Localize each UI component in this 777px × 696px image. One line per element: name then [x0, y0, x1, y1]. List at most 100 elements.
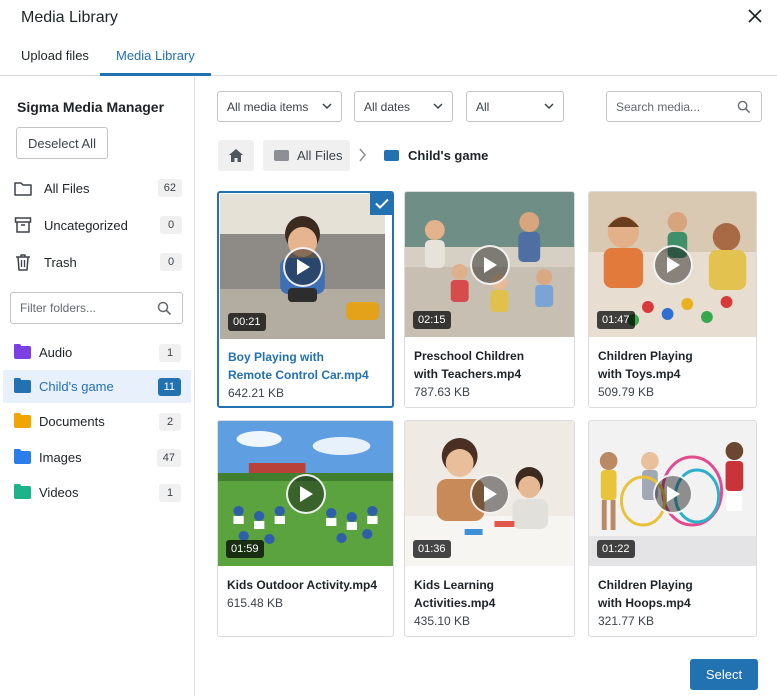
sidebar-folder-images[interactable]: Images 47 [3, 441, 191, 474]
media-filename: Kids Outdoor Activity.mp4 [227, 578, 378, 592]
tab-media-library[interactable]: Media Library [100, 38, 211, 76]
sidebar-folder-audio[interactable]: Audio 1 [3, 336, 191, 369]
media-card[interactable]: 02:15 Preschool Children with Teachers.m… [404, 191, 575, 408]
filter-folders-input[interactable] [20, 293, 150, 323]
tab-bar: Upload files Media Library [0, 38, 777, 76]
folder-icon [14, 344, 31, 359]
duration-badge: 02:15 [413, 311, 451, 329]
breadcrumb-home-button[interactable] [218, 140, 254, 171]
folder-label: Child's game [39, 379, 114, 394]
sidebar-title: Sigma Media Manager [17, 99, 165, 115]
breadcrumb-all-files[interactable]: All Files [263, 140, 350, 171]
sidebar-item-label: Trash [44, 254, 77, 270]
folder-icon [14, 413, 31, 428]
media-filename: Boy Playing with Remote Control Car.mp4 [228, 350, 369, 382]
item-count-badge: 0 [160, 216, 182, 234]
play-icon[interactable] [652, 244, 693, 285]
media-filename: Children Playing with Hoops.mp4 [598, 578, 693, 610]
media-library-modal: Media Library Upload files Media Library… [0, 0, 777, 696]
dropdown-value: All media items [227, 100, 309, 114]
sidebar-item-uncategorized[interactable]: Uncategorized 0 [0, 210, 195, 240]
tab-upload-files[interactable]: Upload files [5, 38, 105, 76]
search-icon[interactable] [157, 301, 172, 316]
search-icon[interactable] [737, 100, 751, 114]
sidebar-folder-documents[interactable]: Documents 2 [3, 405, 191, 438]
deselect-all-button[interactable]: Deselect All [16, 127, 108, 159]
chevron-down-icon [433, 103, 443, 110]
play-icon[interactable] [469, 473, 510, 514]
media-filename: Children Playing with Toys.mp4 [598, 349, 693, 381]
media-card[interactable]: 01:36 Kids Learning Activities.mp4 435.1… [404, 420, 575, 637]
sidebar-item-all-files[interactable]: All Files 62 [0, 173, 195, 203]
folder-sidebar: Sigma Media Manager Deselect All All Fil… [0, 77, 195, 696]
duration-badge: 01:47 [597, 311, 635, 329]
archive-box-icon [13, 215, 33, 235]
chevron-down-icon [544, 103, 554, 110]
folder-icon [14, 484, 31, 499]
media-filesize: 615.48 KB [227, 596, 284, 610]
video-thumbnail: 01:59 [218, 421, 393, 566]
play-icon[interactable] [282, 246, 323, 287]
video-thumbnail: 01:36 [405, 421, 574, 566]
media-card[interactable]: 01:47 Children Playing with Toys.mp4 509… [588, 191, 757, 408]
folder-icon [384, 150, 399, 161]
media-filesize: 435.10 KB [414, 614, 471, 628]
media-filesize: 321.77 KB [598, 614, 655, 628]
filter-dropdown[interactable]: All [466, 91, 564, 122]
folder-count-badge: 2 [159, 413, 181, 431]
folder-count-badge: 1 [159, 344, 181, 362]
select-button[interactable]: Select [690, 659, 758, 690]
folder-icon [14, 449, 31, 464]
search-media-input[interactable] [616, 92, 734, 121]
video-thumbnail: 00:21 [220, 194, 385, 339]
media-card[interactable]: 00:21 Boy Playing with Remote Control Ca… [217, 191, 394, 408]
folder-count-badge: 11 [157, 378, 181, 396]
close-icon[interactable] [743, 4, 767, 28]
media-browser: All media items All dates All All Files [196, 77, 777, 696]
media-filesize: 509.79 KB [598, 385, 655, 399]
play-icon[interactable] [469, 244, 510, 285]
media-type-dropdown[interactable]: All media items [217, 91, 342, 122]
sidebar-folder-childs-game[interactable]: Child's game 11 [3, 370, 191, 403]
media-card[interactable]: 01:22 Children Playing with Hoops.mp4 32… [588, 420, 757, 637]
date-dropdown[interactable]: All dates [354, 91, 453, 122]
folder-outline-icon [13, 178, 33, 198]
search-media-field [606, 91, 762, 122]
media-card[interactable]: 01:59 Kids Outdoor Activity.mp4 615.48 K… [217, 420, 394, 637]
folder-icon [274, 150, 289, 161]
sidebar-item-label: All Files [44, 180, 90, 196]
sidebar-item-label: Uncategorized [44, 217, 128, 233]
chevron-down-icon [322, 103, 332, 110]
duration-badge: 01:22 [597, 540, 635, 558]
folder-label: Videos [39, 485, 79, 500]
duration-badge: 01:59 [226, 540, 264, 558]
video-thumbnail: 01:47 [589, 192, 756, 337]
sidebar-item-trash[interactable]: Trash 0 [0, 247, 195, 277]
media-filename: Preschool Children with Teachers.mp4 [414, 349, 525, 381]
video-thumbnail: 01:22 [589, 421, 756, 566]
play-icon[interactable] [285, 473, 326, 514]
folder-label: Audio [39, 345, 73, 360]
duration-badge: 01:36 [413, 540, 451, 558]
checkmark-icon[interactable] [370, 193, 392, 215]
modal-title: Media Library [21, 9, 118, 26]
folder-count-badge: 47 [156, 449, 181, 467]
folder-label: Images [39, 450, 82, 465]
media-filesize: 787.63 KB [414, 385, 471, 399]
video-thumbnail: 02:15 [405, 192, 574, 337]
folder-icon [14, 378, 31, 393]
folder-label: Documents [39, 414, 105, 429]
trash-icon [13, 252, 33, 272]
sidebar-folder-videos[interactable]: Videos 1 [3, 476, 191, 509]
media-filesize: 642.21 KB [228, 386, 285, 400]
breadcrumb-label: All Files [297, 148, 343, 163]
home-icon [229, 149, 243, 162]
media-filename: Kids Learning Activities.mp4 [414, 578, 496, 610]
play-icon[interactable] [652, 473, 693, 514]
item-count-badge: 0 [160, 253, 182, 271]
dropdown-value: All dates [364, 100, 411, 114]
filter-folders-field [10, 292, 183, 324]
duration-badge: 00:21 [228, 313, 266, 331]
folder-count-badge: 1 [159, 484, 181, 502]
dropdown-value: All [476, 100, 490, 114]
